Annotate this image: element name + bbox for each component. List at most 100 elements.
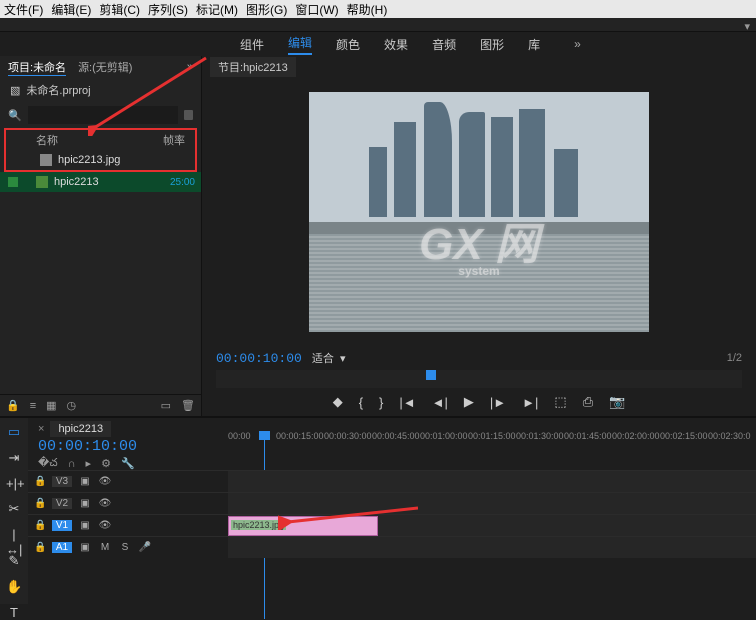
lock-icon[interactable]: 🔒: [34, 542, 46, 553]
lane-v1[interactable]: hpic2213.jpg: [228, 514, 756, 536]
tab-project[interactable]: 项目:未命名: [8, 59, 66, 76]
menu-edit[interactable]: 编辑(E): [51, 1, 91, 18]
track-header-v3[interactable]: 🔒 V3 ▣ 👁: [28, 470, 228, 492]
mark-out-icon[interactable]: }: [379, 395, 383, 410]
program-timecode[interactable]: 00:00:10:00: [216, 351, 302, 366]
selection-tool-icon[interactable]: ▭: [6, 424, 22, 440]
step-forward-icon[interactable]: |►: [490, 395, 506, 410]
goto-in-icon[interactable]: |◄: [399, 395, 415, 410]
lock-icon[interactable]: 🔒: [6, 399, 20, 412]
settings-icon[interactable]: ⚙: [101, 457, 111, 470]
lock-icon[interactable]: 🔒: [34, 520, 46, 531]
step-back-icon[interactable]: ◄|: [432, 395, 448, 410]
workspace-audio[interactable]: 音频: [432, 36, 456, 53]
menubar: 文件(F) 编辑(E) 剪辑(C) 序列(S) 标记(M) 图形(G) 窗口(W…: [0, 0, 756, 18]
workspace-library[interactable]: 库: [528, 36, 540, 53]
play-icon[interactable]: ▶: [464, 394, 474, 410]
lane-v3[interactable]: [228, 470, 756, 492]
timeline-panel: × hpic2213 00:00:10:00 �చ ∩ ▸ ⚙ 🔧 00:000…: [28, 418, 756, 604]
timeline-sequence-tab[interactable]: hpic2213: [50, 421, 111, 437]
track-header-v1[interactable]: 🔒 V1 ▣ 👁: [28, 514, 228, 536]
tab-source[interactable]: 源:(无剪辑): [78, 59, 132, 75]
marker-add-icon[interactable]: ▸: [86, 457, 92, 470]
track-header-a1[interactable]: 🔒 A1 ▣ M S 🎤: [28, 536, 228, 558]
workspace-graphics[interactable]: 图形: [480, 36, 504, 53]
toggle-output-icon[interactable]: ▣: [78, 476, 92, 487]
workspace-overflow-icon[interactable]: »: [574, 37, 581, 51]
menu-file[interactable]: 文件(F): [4, 1, 43, 18]
workspace-effects[interactable]: 效果: [384, 36, 408, 53]
program-viewer[interactable]: [202, 78, 756, 346]
export-frame-icon[interactable]: 📷: [609, 394, 625, 410]
marker-icon[interactable]: ◆: [333, 394, 343, 410]
type-tool-icon[interactable]: T: [6, 605, 22, 620]
slip-tool-icon[interactable]: |↔|: [6, 527, 22, 543]
ruler-tick: 00:02:30:0: [708, 431, 756, 447]
new-bin-icon[interactable]: [184, 110, 193, 120]
toggle-output-icon[interactable]: ▣: [78, 520, 92, 531]
lock-icon[interactable]: 🔒: [34, 476, 46, 487]
mark-in-icon[interactable]: {: [359, 395, 363, 410]
icon-view-icon[interactable]: ▦: [46, 399, 56, 412]
hand-tool-icon[interactable]: ✋: [6, 579, 22, 595]
column-rate[interactable]: 帧率: [163, 132, 185, 148]
eye-icon[interactable]: 👁: [98, 498, 112, 509]
lane-a1[interactable]: [228, 536, 756, 558]
toggle-output-icon[interactable]: ▣: [78, 542, 92, 553]
timeline-close-icon[interactable]: ×: [38, 423, 44, 435]
eye-icon[interactable]: 👁: [98, 520, 112, 531]
menu-sequence[interactable]: 序列(S): [148, 1, 188, 18]
track-target-v2[interactable]: V2: [52, 498, 72, 509]
menu-mark[interactable]: 标记(M): [196, 1, 238, 18]
column-name[interactable]: 名称: [16, 132, 163, 148]
zoom-fit-dropdown[interactable]: 适合 ▾: [312, 350, 346, 366]
track-select-tool-icon[interactable]: ⇥: [6, 450, 22, 466]
timeline-timecode[interactable]: 00:00:10:00: [38, 438, 137, 455]
track-target-v1[interactable]: V1: [52, 520, 72, 531]
program-mini-ruler[interactable]: [216, 370, 742, 388]
solo-icon[interactable]: S: [118, 542, 132, 553]
freeform-view-icon[interactable]: ◷: [67, 399, 77, 412]
panel-overflow-icon[interactable]: »: [187, 61, 193, 73]
timeline-clip[interactable]: hpic2213.jpg: [228, 516, 378, 536]
razor-tool-icon[interactable]: ✂: [6, 501, 22, 517]
voice-icon[interactable]: 🎤: [138, 542, 152, 553]
track-header-v2[interactable]: 🔒 V2 ▣ 👁: [28, 492, 228, 514]
goto-out-icon[interactable]: ►|: [522, 395, 538, 410]
workspace-tabs: 组件 编辑 颜色 效果 音频 图形 库 »: [0, 32, 756, 56]
menu-help[interactable]: 帮助(H): [347, 1, 388, 18]
wrench-icon[interactable]: 🔧: [121, 457, 135, 470]
menu-graphics[interactable]: 图形(G): [246, 1, 287, 18]
eye-icon[interactable]: 👁: [98, 476, 112, 487]
workspace-editing[interactable]: 编辑: [288, 34, 312, 55]
trash-icon[interactable]: 🗑: [181, 399, 195, 412]
project-item-image[interactable]: hpic2213.jpg: [6, 150, 195, 170]
lock-icon[interactable]: 🔒: [34, 498, 46, 509]
lane-v2[interactable]: [228, 492, 756, 514]
project-filename: 未命名.prproj: [26, 82, 90, 98]
sequence-icon: [36, 176, 48, 188]
mute-icon[interactable]: M: [98, 542, 112, 553]
linked-selection-icon[interactable]: ∩: [68, 458, 76, 470]
ruler-tick: 00:01:30:00: [516, 431, 564, 447]
menu-window[interactable]: 窗口(W): [295, 1, 338, 18]
menu-clip[interactable]: 剪辑(C): [99, 1, 140, 18]
chevron-down-icon[interactable]: ▾: [744, 20, 750, 33]
track-target-v3[interactable]: V3: [52, 476, 72, 487]
new-item-icon[interactable]: ▭: [161, 399, 171, 412]
workspace-color[interactable]: 颜色: [336, 36, 360, 53]
toggle-output-icon[interactable]: ▣: [78, 498, 92, 509]
ripple-tool-icon[interactable]: +|+: [6, 476, 22, 491]
pen-tool-icon[interactable]: ✎: [6, 553, 22, 569]
lift-icon[interactable]: ⬚: [554, 394, 566, 410]
project-search-input[interactable]: [28, 106, 178, 124]
list-view-icon[interactable]: ≡: [30, 400, 36, 412]
track-lanes[interactable]: hpic2213.jpg: [228, 470, 756, 558]
track-target-a1[interactable]: A1: [52, 542, 72, 553]
program-sequence-tab[interactable]: 节目:hpic2213: [210, 57, 296, 77]
extract-icon[interactable]: ⎙: [583, 394, 593, 410]
project-item-label: hpic2213.jpg: [58, 154, 189, 166]
workspace-assembly[interactable]: 组件: [240, 36, 264, 53]
program-playhead-icon[interactable]: [426, 370, 436, 380]
project-item-sequence[interactable]: hpic2213 25:00: [0, 172, 201, 192]
